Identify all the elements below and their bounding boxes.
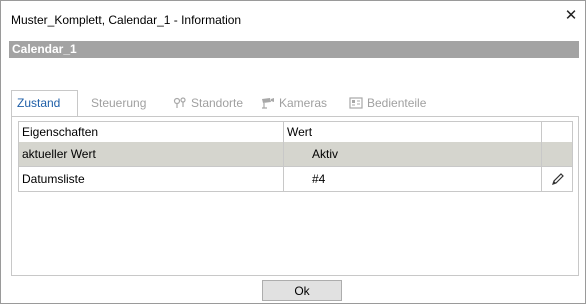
property-cell: aktueller Wert	[19, 142, 284, 166]
properties-table: Eigenschaften Wert aktueller Wert Aktiv …	[11, 116, 579, 276]
table-row[interactable]: Datumsliste #4	[18, 167, 573, 192]
title-bar: Muster_Komplett, Calendar_1 - Informatio…	[1, 1, 585, 37]
column-header-action	[542, 122, 574, 142]
object-name-bar: Calendar_1	[9, 41, 579, 58]
tab-label: Standorte	[191, 96, 244, 110]
tab-bedienteile[interactable]: Bedienteile	[349, 96, 426, 110]
tab-label: Bedienteile	[367, 96, 427, 110]
window-title: Muster_Komplett, Calendar_1 - Informatio…	[11, 13, 242, 27]
edit-button[interactable]	[542, 167, 574, 191]
object-name: Calendar_1	[12, 42, 77, 56]
camera-icon	[262, 98, 274, 109]
tab-zustand[interactable]: Zustand	[17, 96, 60, 110]
tab-label: Kameras	[279, 96, 328, 110]
table-header-row: Eigenschaften Wert	[18, 121, 573, 143]
column-header-eigenschaften: Eigenschaften	[19, 122, 284, 142]
tab-steuerung[interactable]: Steuerung	[91, 96, 146, 110]
tab-label: Zustand	[17, 96, 61, 110]
ok-button[interactable]: Ok	[262, 280, 342, 301]
value-cell: Aktiv	[284, 142, 542, 166]
pencil-icon	[552, 173, 564, 185]
control-panel-icon	[349, 97, 363, 109]
tab-label: Steuerung	[91, 96, 147, 110]
value-cell: #4	[284, 167, 542, 191]
tab-standorte[interactable]: Standorte	[173, 96, 243, 110]
property-cell: Datumsliste	[19, 167, 284, 191]
table-row[interactable]: aktueller Wert Aktiv	[18, 142, 573, 167]
action-cell	[542, 142, 574, 166]
information-dialog: Muster_Komplett, Calendar_1 - Informatio…	[0, 0, 586, 304]
tab-kameras[interactable]: Kameras	[261, 96, 327, 110]
column-header-wert: Wert	[284, 122, 542, 142]
close-icon[interactable]: ✕	[563, 8, 579, 24]
location-icon	[173, 97, 186, 108]
tab-strip: Zustand Steuerung Standorte Kameras Bedi…	[11, 93, 577, 115]
